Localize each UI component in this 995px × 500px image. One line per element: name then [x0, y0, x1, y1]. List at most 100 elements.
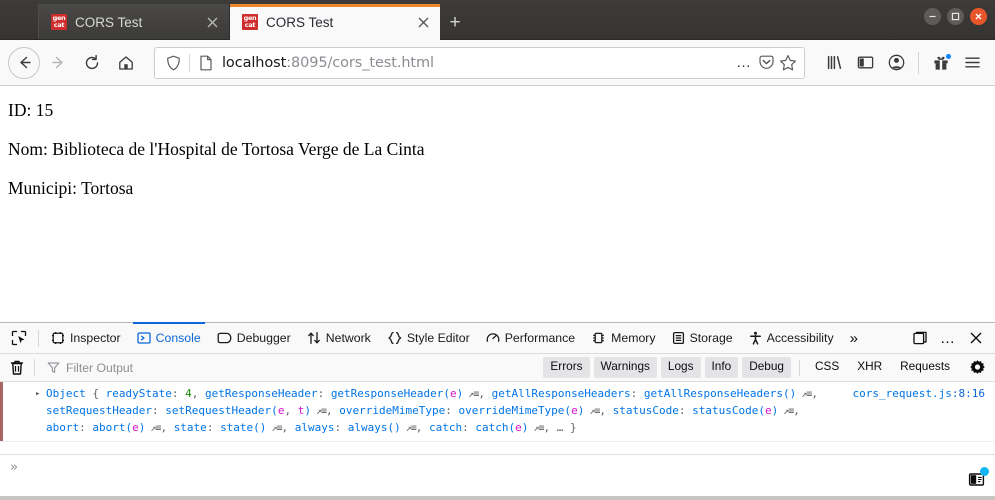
- console-token: :: [151, 404, 166, 417]
- bookmark-star-icon[interactable]: [778, 53, 798, 73]
- tab-network[interactable]: Network: [299, 323, 379, 353]
- url-bar[interactable]: localhost:8095/cors_test.html …: [154, 46, 805, 79]
- url-path: :8095/cors_test.html: [286, 54, 434, 71]
- urlbar-divider: [189, 53, 190, 72]
- extensions-gift-icon[interactable]: [926, 48, 956, 78]
- reload-button[interactable]: [76, 47, 108, 79]
- devtools-tabs-overflow-icon[interactable]: »: [842, 323, 866, 353]
- sidebar-icon[interactable]: [850, 48, 880, 78]
- filter-xhr-button[interactable]: XHR: [850, 357, 889, 378]
- tab-label: Accessibility: [766, 331, 834, 345]
- close-icon[interactable]: [414, 13, 432, 31]
- browser-window: gen cat CORS Test gen cat CORS Test + lo…: [0, 0, 995, 500]
- console-token: :: [171, 387, 186, 400]
- favicon-line-bottom: cat: [53, 21, 65, 29]
- page-line-id: ID: 15: [8, 100, 54, 120]
- console-token: ,: [793, 404, 807, 417]
- console-message[interactable]: ▸ cors_request.js:8:16 Object { readySta…: [0, 382, 995, 442]
- gencat-favicon-icon: gen cat: [51, 14, 67, 30]
- pocket-icon[interactable]: [756, 53, 776, 73]
- tab-label: Console: [155, 331, 201, 345]
- filter-css-button[interactable]: CSS: [808, 357, 846, 378]
- source-link[interactable]: cors_request.js:8:16: [853, 386, 985, 402]
- console-filter-buttons: Errors Warnings Logs Info Debug CSS XHR …: [543, 356, 989, 380]
- dock-position-icon[interactable]: [907, 325, 933, 351]
- extensions-notification-dot: [945, 52, 952, 60]
- console-token: ,: [478, 387, 492, 400]
- console-output[interactable]: ▸ cors_request.js:8:16 Object { readySta…: [0, 382, 995, 454]
- page-info-icon[interactable]: [196, 53, 216, 73]
- filter-info-button[interactable]: Info: [704, 357, 739, 378]
- tabstrip-left-spacer: [0, 0, 38, 40]
- devtools-close-icon[interactable]: [963, 325, 989, 351]
- devtools-menu-icon[interactable]: …: [935, 325, 961, 351]
- url-host: localhost: [222, 54, 287, 71]
- console-token: readyState: [105, 387, 172, 400]
- tab-storage[interactable]: Storage: [664, 323, 741, 353]
- toolbar-divider: [918, 51, 919, 74]
- maximize-button[interactable]: [947, 8, 964, 25]
- account-icon[interactable]: [881, 48, 911, 78]
- tab-accessibility[interactable]: Accessibility: [741, 323, 842, 353]
- filter-errors-button[interactable]: Errors: [543, 357, 590, 378]
- split-console-icon[interactable]: [965, 467, 989, 490]
- minimize-button[interactable]: [924, 8, 941, 25]
- filter-warnings-button[interactable]: Warnings: [593, 357, 657, 378]
- url-text[interactable]: localhost:8095/cors_test.html: [222, 55, 728, 71]
- tab-debugger[interactable]: Debugger: [209, 323, 299, 353]
- tab-inspector[interactable]: Inspector: [43, 323, 129, 353]
- hamburger-menu-icon[interactable]: [957, 48, 987, 78]
- console-input-row[interactable]: »: [0, 454, 995, 500]
- tab-label: Inspector: [70, 331, 121, 345]
- tab-cors-test-1[interactable]: gen cat CORS Test: [38, 4, 230, 40]
- console-token: ↗≡: [310, 406, 327, 417]
- console-token: ,: [191, 387, 205, 400]
- tab-console[interactable]: Console: [129, 322, 209, 353]
- memory-icon: [593, 332, 604, 344]
- navigation-toolbar: localhost:8095/cors_test.html …: [0, 40, 995, 86]
- back-button[interactable]: [8, 46, 40, 79]
- inspector-icon: [52, 332, 64, 344]
- filterbar-divider: [34, 359, 35, 376]
- console-token: e: [515, 421, 522, 434]
- page-line-nom: Nom: Biblioteca de l'Hospital de Tortosa…: [8, 138, 425, 159]
- console-prompt-chevron-icon: »: [10, 460, 18, 475]
- clear-console-trash-icon[interactable]: [4, 356, 30, 380]
- forward-button[interactable]: [42, 47, 74, 79]
- expand-twisty-icon[interactable]: ▸: [35, 386, 40, 402]
- element-picker-icon[interactable]: [4, 324, 34, 352]
- filter-logs-button[interactable]: Logs: [660, 357, 701, 378]
- filter-requests-button[interactable]: Requests: [893, 357, 957, 378]
- home-button[interactable]: [110, 47, 142, 79]
- close-button[interactable]: [970, 8, 987, 25]
- console-token: abort: [46, 421, 80, 434]
- console-settings-gear-icon[interactable]: [965, 356, 989, 380]
- console-token: always(): [347, 421, 401, 434]
- devtools-panel: Inspector Console Debugger Network Style…: [0, 322, 995, 500]
- console-token: :: [462, 421, 476, 434]
- tab-cors-test-2[interactable]: gen cat CORS Test: [230, 4, 440, 40]
- filter-placeholder: Filter Output: [66, 360, 134, 375]
- console-token: getAllResponseHeaders: [491, 387, 631, 400]
- filter-debug-button[interactable]: Debug: [742, 357, 791, 378]
- tab-memory[interactable]: Memory: [583, 323, 663, 353]
- close-icon[interactable]: [203, 13, 221, 31]
- console-token: ↗≡: [584, 406, 600, 417]
- library-icon[interactable]: [819, 48, 849, 78]
- accessibility-icon: [749, 331, 761, 345]
- console-token: ,: [543, 421, 557, 434]
- console-token: always: [294, 421, 335, 434]
- page-actions-icon[interactable]: …: [734, 53, 754, 73]
- console-token: getResponseHeader: [204, 387, 318, 400]
- console-token: e: [764, 404, 772, 417]
- tab-performance[interactable]: Performance: [478, 323, 583, 353]
- gencat-favicon-icon: gen cat: [242, 14, 258, 30]
- tab-title: CORS Test: [266, 14, 334, 30]
- new-tab-button[interactable]: +: [440, 6, 470, 40]
- console-token: setRequestHeader(: [165, 404, 278, 417]
- tab-style-editor[interactable]: Style Editor: [379, 323, 478, 353]
- filter-output-input[interactable]: Filter Output: [39, 361, 309, 375]
- tab-label: Style Editor: [406, 331, 470, 345]
- console-token: ,: [415, 421, 430, 434]
- shield-icon[interactable]: [163, 53, 183, 73]
